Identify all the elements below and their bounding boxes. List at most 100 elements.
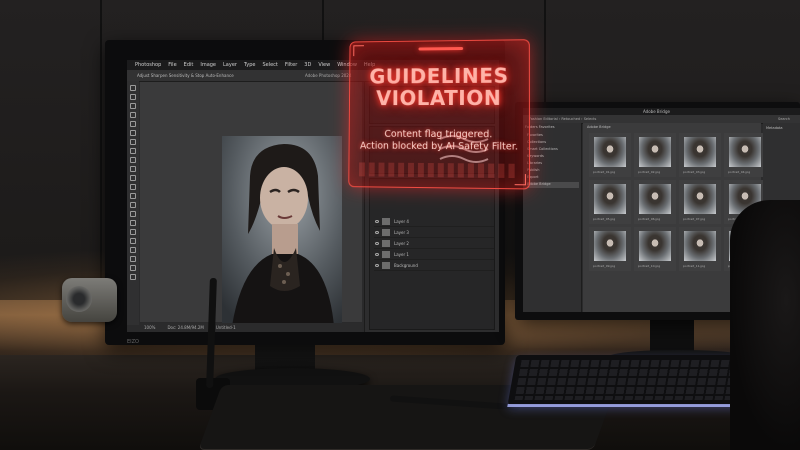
thumbnail[interactable]: portrait_03.jpg — [679, 133, 721, 177]
thumbnail-caption: portrait_02.jpg — [638, 170, 661, 174]
tool-icon[interactable] — [130, 157, 136, 163]
eye-icon[interactable] — [375, 253, 379, 256]
keyboard — [507, 355, 752, 407]
eye-icon[interactable] — [375, 220, 379, 223]
tool-icon[interactable] — [130, 130, 136, 136]
menu-item[interactable]: Type — [244, 62, 255, 68]
tools-panel — [127, 81, 139, 325]
thumbnail-image — [684, 231, 716, 261]
tool-icon[interactable] — [130, 274, 136, 280]
tool-icon[interactable] — [130, 202, 136, 208]
menu-item[interactable]: View — [318, 62, 330, 68]
thumbnail[interactable]: portrait_06.jpg — [634, 180, 676, 224]
bridge-menubar: Adobe Bridge — [523, 108, 800, 115]
menu-item[interactable]: Photoshop — [135, 62, 161, 68]
document-title: Adobe Photoshop 2024 — [305, 73, 352, 78]
tool-icon[interactable] — [130, 184, 136, 190]
sidebar-item[interactable]: Favorites — [527, 133, 579, 139]
portrait-image — [222, 136, 342, 326]
violation-message-line2: Action blocked by AI Safety Filter. — [359, 140, 519, 153]
status-bar: 100% Doc: 24.8M/94.2M Untitled-1 — [140, 323, 362, 332]
layer-row[interactable]: Layer 3 — [374, 228, 494, 238]
thumbnail-caption: portrait_07.jpg — [683, 217, 706, 221]
layer-row[interactable]: Background — [374, 261, 494, 271]
thumbnail[interactable]: portrait_11.jpg — [679, 227, 721, 271]
tool-icon[interactable] — [130, 238, 136, 244]
webcam-lens — [66, 286, 92, 312]
portrait-photo[interactable] — [222, 136, 342, 326]
thumbnail-caption: portrait_04.jpg — [728, 170, 751, 174]
menu-item[interactable]: Filter — [285, 62, 297, 68]
thumbnail[interactable]: portrait_10.jpg — [634, 227, 676, 271]
tool-icon[interactable] — [130, 247, 136, 253]
tool-icon[interactable] — [130, 121, 136, 127]
menu-item[interactable]: File — [168, 62, 176, 68]
options-hint: Adjust Sharpen Sensitivity & Stop Auto-E… — [137, 73, 234, 78]
eye-icon[interactable] — [375, 242, 379, 245]
thumbnail-caption: portrait_01.jpg — [593, 170, 616, 174]
tool-icon[interactable] — [130, 85, 136, 91]
doc-name: Untitled-1 — [215, 325, 236, 330]
sidebar-item[interactable]: Export — [527, 175, 579, 181]
thumbnail-image — [594, 137, 626, 167]
tool-icon[interactable] — [130, 175, 136, 181]
layer-thumbnail — [382, 229, 390, 236]
canvas-area[interactable] — [140, 82, 362, 326]
tool-icon[interactable] — [130, 229, 136, 235]
thumbnail[interactable]: portrait_05.jpg — [589, 180, 631, 224]
layer-thumbnail — [382, 262, 390, 269]
layers-panel: Layer 4 Layer 3 Layer 2 Layer 1 Background — [369, 178, 495, 330]
menu-item[interactable]: Image — [200, 62, 216, 68]
thumbnail[interactable]: portrait_09.jpg — [589, 227, 631, 271]
thumbnail-caption: portrait_06.jpg — [638, 217, 661, 221]
thumbnail[interactable]: portrait_07.jpg — [679, 180, 721, 224]
thumbnail-image — [639, 184, 671, 214]
layer-row[interactable]: Layer 2 — [374, 239, 494, 249]
chair — [730, 200, 800, 450]
thumbnail[interactable]: portrait_02.jpg — [634, 133, 676, 177]
tool-icon[interactable] — [130, 148, 136, 154]
menu-item[interactable]: Edit — [184, 62, 194, 68]
tool-icon[interactable] — [130, 139, 136, 145]
layer-row[interactable]: Layer 1 — [374, 250, 494, 260]
layer-row[interactable]: Layer 4 — [374, 217, 494, 227]
menu-item[interactable]: Layer — [223, 62, 237, 68]
violation-message-line1: Content flag triggered. — [384, 128, 493, 141]
eye-icon[interactable] — [375, 231, 379, 234]
sidebar-item[interactable]: Keywords — [527, 154, 579, 160]
thumbnail-image — [729, 137, 761, 167]
sidebar-item[interactable]: Smart Collections — [527, 147, 579, 153]
tool-icon[interactable] — [130, 256, 136, 262]
thumbnail-caption: portrait_03.jpg — [683, 170, 706, 174]
violation-message: Content flag triggered. Action blocked b… — [355, 129, 522, 154]
sidebar-item[interactable]: Publish — [527, 168, 579, 174]
menu-item[interactable]: Select — [262, 62, 277, 68]
thumbnail-caption: portrait_05.jpg — [593, 217, 616, 221]
menu-item[interactable]: 3D — [304, 62, 311, 68]
tool-icon[interactable] — [130, 220, 136, 226]
search-input[interactable]: Search — [778, 117, 790, 121]
tool-icon[interactable] — [130, 112, 136, 118]
thumbnail-caption: portrait_11.jpg — [683, 264, 706, 268]
layer-thumbnail — [382, 251, 390, 258]
sidebar-item[interactable]: Libraries — [527, 161, 579, 167]
tool-icon[interactable] — [130, 265, 136, 271]
layer-name: Background — [394, 263, 418, 268]
layer-name: Layer 4 — [394, 219, 409, 224]
zoom-level: 100% — [144, 325, 156, 330]
thumbnail[interactable]: portrait_04.jpg — [724, 133, 766, 177]
tool-icon[interactable] — [130, 193, 136, 199]
breadcrumb[interactable]: Fashion Editorial › Retouched › Selects — [529, 117, 596, 121]
overlay-topbar — [418, 47, 464, 51]
eye-icon[interactable] — [375, 264, 379, 267]
tool-icon[interactable] — [130, 94, 136, 100]
tool-icon[interactable] — [130, 211, 136, 217]
tool-icon[interactable] — [130, 103, 136, 109]
thumbnail[interactable]: portrait_01.jpg — [589, 133, 631, 177]
sidebar-item[interactable]: Adobe Bridge — [527, 182, 579, 188]
keyboard-keys — [514, 360, 745, 400]
tool-icon[interactable] — [130, 166, 136, 172]
thumbnail-caption: portrait_09.jpg — [593, 264, 616, 268]
sidebar-item[interactable]: Collections — [527, 140, 579, 146]
window-title: Adobe Bridge — [643, 109, 670, 114]
